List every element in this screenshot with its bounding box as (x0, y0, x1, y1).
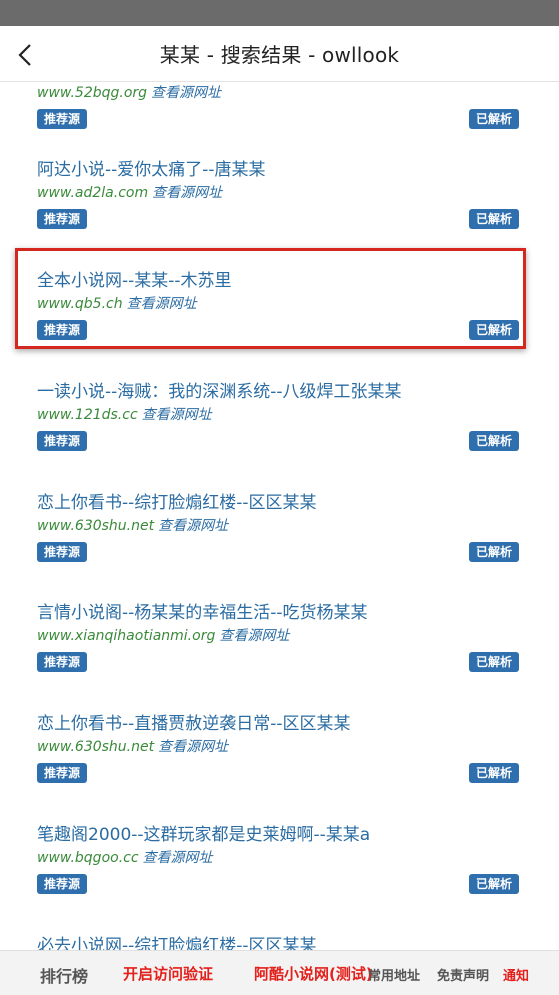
nav-verify-link[interactable]: 开启访问验证 (123, 963, 213, 984)
result-title-link[interactable]: 恋上你看书--综打脸煽红楼--区区某某 (37, 488, 317, 513)
result-item: 恋上你看书--直播贾赦逆袭日常--区区某某 www.630shu.net 查看源网… (0, 709, 559, 820)
result-url: www.ad2la.com 查看源网址 (37, 185, 223, 201)
nav-ranking-link[interactable]: 排行榜 (40, 963, 88, 987)
result-url: www.xianqihaotianmi.org 查看源网址 (37, 628, 290, 644)
result-item: www.52bqg.org 查看源网址 推荐源 已解析 (0, 82, 559, 166)
result-item: 阿达小说--爱你太痛了--唐某某 www.ad2la.com 查看源网址 推荐源 … (0, 155, 559, 266)
recommend-badge[interactable]: 推荐源 (37, 763, 88, 783)
recommend-badge[interactable]: 推荐源 (37, 109, 88, 129)
bottom-nav: 排行榜 开启访问验证 阿酷小说网(测试) 常用地址 免责声明 通知 (0, 950, 559, 995)
parsed-badge[interactable]: 已解析 (468, 209, 519, 229)
nav-common-address-link[interactable]: 常用地址 (368, 965, 420, 984)
status-bar (0, 0, 559, 26)
result-url: www.630shu.net 查看源网址 (37, 518, 229, 534)
result-title-link[interactable]: 必去小说网--综打脸煽红楼--区区某某 (37, 931, 317, 950)
page-title: 某某 - 搜索结果 - owllook (159, 43, 400, 67)
result-title-link[interactable]: 一读小说--海贼：我的深渊系统--八级焊工张某某 (37, 377, 402, 402)
result-title-link[interactable]: 笔趣阁2000--这群玩家都是史莱姆啊--某某a (37, 820, 370, 845)
parsed-badge[interactable]: 已解析 (468, 320, 519, 340)
view-source-link[interactable]: 查看源网址 (127, 296, 197, 312)
parsed-badge[interactable]: 已解析 (468, 652, 519, 672)
search-results-list[interactable]: www.52bqg.org 查看源网址 推荐源 已解析 阿达小说--爱你太痛了--… (0, 82, 559, 950)
result-url: www.52bqg.org 查看源网址 (37, 85, 222, 101)
recommend-badge[interactable]: 推荐源 (37, 542, 88, 562)
result-item: 必去小说网--综打脸煽红楼--区区某某 (0, 931, 559, 950)
result-item: 笔趣阁2000--这群玩家都是史莱姆啊--某某a www.bqgoo.cc 查看源… (0, 820, 559, 931)
result-title-link[interactable]: 阿达小说--爱你太痛了--唐某某 (37, 155, 266, 180)
parsed-badge[interactable]: 已解析 (468, 109, 519, 129)
result-url: www.bqgoo.cc 查看源网址 (37, 850, 213, 866)
back-button[interactable] (10, 40, 40, 70)
recommend-badge[interactable]: 推荐源 (37, 652, 88, 672)
view-source-link[interactable]: 查看源网址 (142, 407, 212, 423)
result-item: 言情小说阁--杨某某的幸福生活--吃货杨某某 www.xianqihaotian… (0, 598, 559, 709)
nav-disclaimer-link[interactable]: 免责声明 (437, 965, 489, 984)
parsed-badge[interactable]: 已解析 (468, 874, 519, 894)
view-source-link[interactable]: 查看源网址 (143, 850, 213, 866)
recommend-badge[interactable]: 推荐源 (37, 320, 88, 340)
view-source-link[interactable]: 查看源网址 (152, 185, 222, 201)
parsed-badge[interactable]: 已解析 (468, 431, 519, 451)
result-title-link[interactable]: 言情小说阁--杨某某的幸福生活--吃货杨某某 (37, 598, 368, 623)
recommend-badge[interactable]: 推荐源 (37, 874, 88, 894)
nav-notice-link[interactable]: 通知 (503, 965, 529, 984)
parsed-badge[interactable]: 已解析 (468, 542, 519, 562)
recommend-badge[interactable]: 推荐源 (37, 209, 88, 229)
parsed-badge[interactable]: 已解析 (468, 763, 519, 783)
result-url: www.121ds.cc 查看源网址 (37, 407, 212, 423)
result-item: 恋上你看书--综打脸煽红楼--区区某某 www.630shu.net 查看源网址 … (0, 488, 559, 599)
result-title-link[interactable]: 全本小说网--某某--木苏里 (37, 266, 232, 291)
result-item: 一读小说--海贼：我的深渊系统--八级焊工张某某 www.121ds.cc 查看源… (0, 377, 559, 488)
result-url: www.630shu.net 查看源网址 (37, 739, 229, 755)
top-bar: 某某 - 搜索结果 - owllook (0, 26, 559, 82)
view-source-link[interactable]: 查看源网址 (151, 85, 221, 101)
nav-akoo-link[interactable]: 阿酷小说网(测试) (254, 963, 373, 984)
view-source-link[interactable]: 查看源网址 (219, 628, 289, 644)
result-url: www.qb5.ch 查看源网址 (37, 296, 197, 312)
chevron-left-icon (18, 44, 31, 66)
view-source-link[interactable]: 查看源网址 (158, 518, 228, 534)
recommend-badge[interactable]: 推荐源 (37, 431, 88, 451)
result-title-link[interactable]: 恋上你看书--直播贾赦逆袭日常--区区某某 (37, 709, 351, 734)
view-source-link[interactable]: 查看源网址 (158, 739, 228, 755)
result-item: 全本小说网--某某--木苏里 www.qb5.ch 查看源网址 推荐源 已解析 (0, 266, 559, 377)
